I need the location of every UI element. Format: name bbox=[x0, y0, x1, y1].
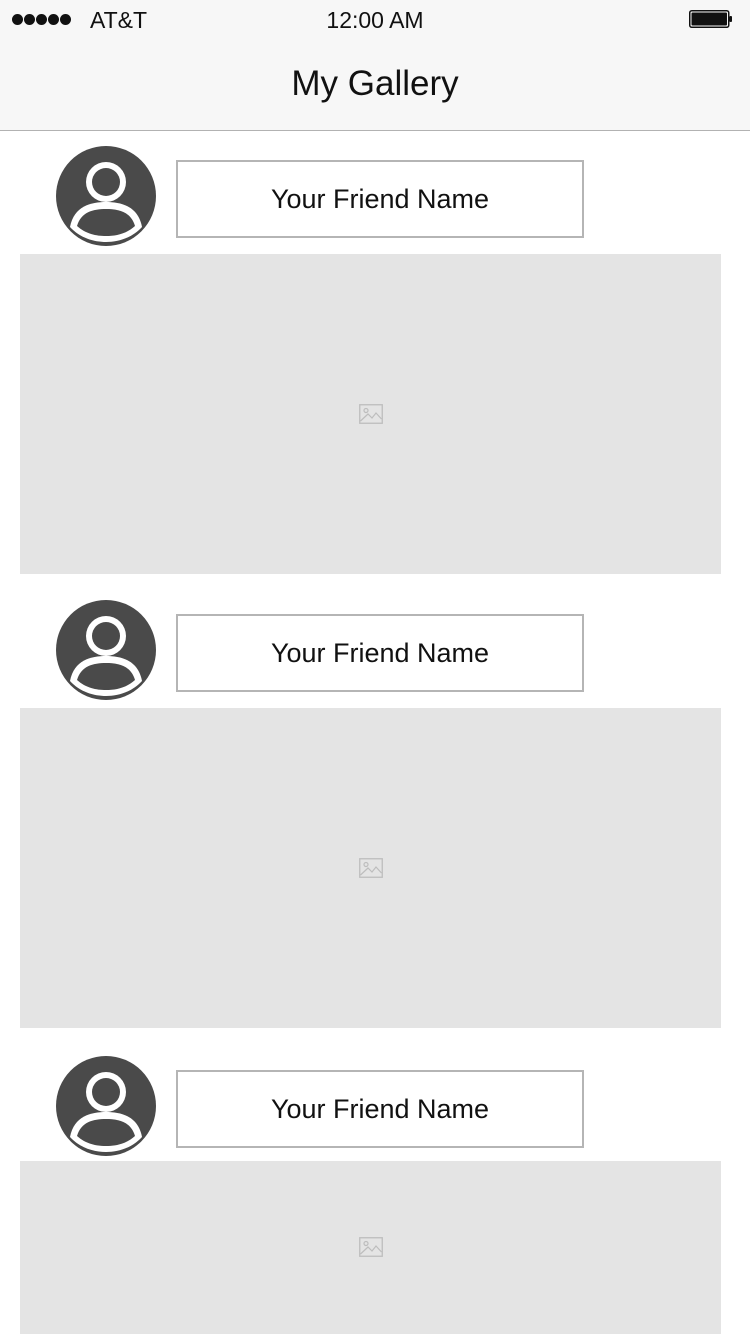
page-title: My Gallery bbox=[291, 64, 459, 103]
friend-name-field[interactable]: Your Friend Name bbox=[176, 1070, 584, 1148]
friend-name-field[interactable]: Your Friend Name bbox=[176, 614, 584, 692]
status-time: 12:00 AM bbox=[326, 7, 424, 33]
status-bar: AT&T 12:00 AM bbox=[0, 0, 750, 40]
photo-placeholder[interactable] bbox=[20, 1161, 721, 1334]
photo-placeholder[interactable] bbox=[20, 708, 721, 1028]
image-placeholder-icon bbox=[359, 404, 383, 424]
friend-name-field[interactable]: Your Friend Name bbox=[176, 160, 584, 238]
image-placeholder-icon bbox=[359, 858, 383, 878]
image-placeholder-icon bbox=[359, 1237, 383, 1257]
battery-full-icon bbox=[689, 10, 732, 28]
user-avatar-icon[interactable] bbox=[56, 1056, 156, 1156]
photo-placeholder[interactable] bbox=[20, 254, 721, 574]
top-bar: AT&T 12:00 AM My Gallery bbox=[0, 0, 750, 131]
user-avatar-icon[interactable] bbox=[56, 146, 156, 246]
user-avatar-icon[interactable] bbox=[56, 600, 156, 700]
gallery-screen: AT&T 12:00 AM My Gallery Your Friend Nam… bbox=[0, 0, 750, 1334]
